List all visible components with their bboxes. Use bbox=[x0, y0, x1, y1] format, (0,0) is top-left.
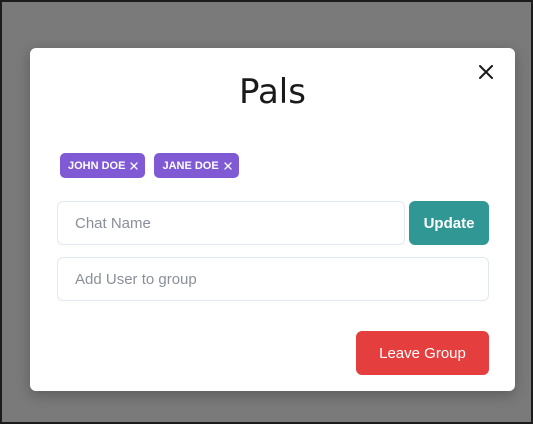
update-button[interactable]: Update bbox=[409, 201, 489, 245]
modal-overlay: Pals JOHN DOE JANE DOE Updat bbox=[0, 0, 533, 424]
user-badge: JANE DOE bbox=[154, 153, 239, 178]
close-icon[interactable] bbox=[223, 161, 233, 171]
leave-group-button[interactable]: Leave Group bbox=[356, 331, 489, 375]
add-user-input[interactable] bbox=[57, 257, 489, 301]
chat-name-input[interactable] bbox=[57, 201, 405, 245]
user-badge-label: JANE DOE bbox=[162, 159, 219, 172]
user-badge: JOHN DOE bbox=[60, 153, 146, 178]
group-chat-modal: Pals JOHN DOE JANE DOE Updat bbox=[30, 48, 515, 391]
group-members-list: JOHN DOE JANE DOE bbox=[60, 153, 239, 178]
modal-title: Pals bbox=[239, 72, 306, 112]
close-icon[interactable] bbox=[129, 161, 139, 171]
user-badge-label: JOHN DOE bbox=[68, 159, 126, 172]
